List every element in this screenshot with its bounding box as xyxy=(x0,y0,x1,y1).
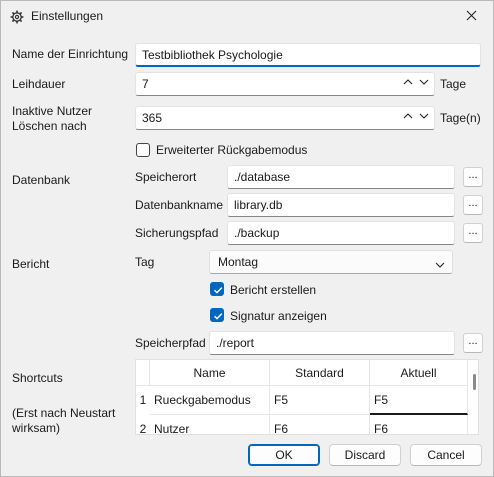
loan-duration-label: Leihdauer xyxy=(12,77,66,91)
inactive-users-label-line1: Inaktive Nutzer xyxy=(12,104,93,118)
inactive-users-unit: Tage(n) xyxy=(440,111,481,125)
extended-return-label: Erweiterter Rückgabemodus xyxy=(156,143,308,157)
shortcut-standard-cell[interactable]: F5 xyxy=(270,386,370,415)
table-scrollbar[interactable] xyxy=(473,374,476,390)
create-report-checkbox[interactable] xyxy=(210,282,224,296)
shortcut-name-cell[interactable]: Rueckgabemodus xyxy=(150,386,270,415)
shortcut-standard-cell[interactable]: F6 xyxy=(270,415,370,434)
loan-duration-unit: Tage xyxy=(440,77,467,91)
row-index: 2 xyxy=(139,422,147,435)
loan-duration-value: 7 xyxy=(142,77,149,91)
title-bar: Einstellungen xyxy=(1,1,493,33)
shortcut-current-cell[interactable]: F5 xyxy=(370,386,468,415)
spin-up-icon[interactable] xyxy=(402,110,414,122)
facility-name-label: Name der Einrichtung xyxy=(12,47,129,61)
db-location-input[interactable]: ./database xyxy=(227,165,455,189)
shortcuts-section-label: Shortcuts xyxy=(12,371,63,385)
close-button[interactable] xyxy=(453,3,489,31)
extended-return-checkbox[interactable] xyxy=(136,143,150,157)
show-signature-checkbox[interactable] xyxy=(210,308,224,322)
window-title: Einstellungen xyxy=(31,9,104,23)
create-report-label: Bericht erstellen xyxy=(230,283,317,297)
inactive-users-label-line2: Löschen nach xyxy=(12,119,87,133)
table-header-name[interactable]: Name xyxy=(150,360,270,386)
spin-up-icon[interactable] xyxy=(402,76,414,88)
shortcuts-table: Name Standard Aktuell 1 Rueckgabemodus F… xyxy=(135,359,479,435)
settings-dialog: Einstellungen Name der Einrichtung Testb… xyxy=(0,0,494,477)
db-name-browse-button[interactable]: ... xyxy=(463,195,483,215)
close-icon xyxy=(466,10,477,24)
db-name-label: Datenbankname xyxy=(135,198,224,212)
database-section-label: Datenbank xyxy=(12,173,71,187)
report-day-value: Montag xyxy=(218,255,259,269)
db-backup-browse-button[interactable]: ... xyxy=(463,223,483,243)
facility-name-input[interactable]: Testbibliothek Psychologie xyxy=(135,43,481,67)
report-path-label: Speicherpfad xyxy=(135,336,206,350)
report-path-browse-button[interactable]: ... xyxy=(463,333,483,353)
table-corner-header xyxy=(136,360,150,386)
loan-duration-spinner[interactable]: 7 xyxy=(135,72,435,96)
report-section-label: Bericht xyxy=(12,257,50,271)
chevron-down-icon xyxy=(434,256,446,278)
show-signature-label: Signatur anzeigen xyxy=(230,309,327,323)
inactive-users-spinner[interactable]: 365 xyxy=(135,106,435,130)
db-backup-label: Sicherungspfad xyxy=(135,226,219,240)
shortcuts-note-line2: wirksam) xyxy=(12,421,60,435)
db-backup-input[interactable]: ./backup xyxy=(227,221,455,245)
shortcuts-note-line1: (Erst nach Neustart xyxy=(12,406,116,420)
db-location-browse-button[interactable]: ... xyxy=(463,167,483,187)
cancel-button[interactable]: Cancel xyxy=(410,444,482,466)
report-day-label: Tag xyxy=(135,255,155,269)
row-index: 1 xyxy=(139,393,147,407)
db-name-input[interactable]: library.db xyxy=(227,193,455,217)
ok-button[interactable]: OK xyxy=(248,444,320,466)
table-header-current[interactable]: Aktuell xyxy=(370,360,468,386)
spin-down-icon[interactable] xyxy=(418,76,430,88)
shortcut-current-cell[interactable]: F6 xyxy=(370,415,468,434)
table-header-standard[interactable]: Standard xyxy=(270,360,370,386)
inactive-users-value: 365 xyxy=(142,111,163,125)
db-location-label: Speicherort xyxy=(135,170,197,184)
discard-button[interactable]: Discard xyxy=(329,444,401,466)
shortcut-name-cell[interactable]: Nutzer xyxy=(150,415,270,434)
spin-down-icon[interactable] xyxy=(418,110,430,122)
report-day-select[interactable]: Montag xyxy=(209,250,453,274)
gear-icon xyxy=(10,10,24,24)
report-path-input[interactable]: ./report xyxy=(209,331,455,355)
